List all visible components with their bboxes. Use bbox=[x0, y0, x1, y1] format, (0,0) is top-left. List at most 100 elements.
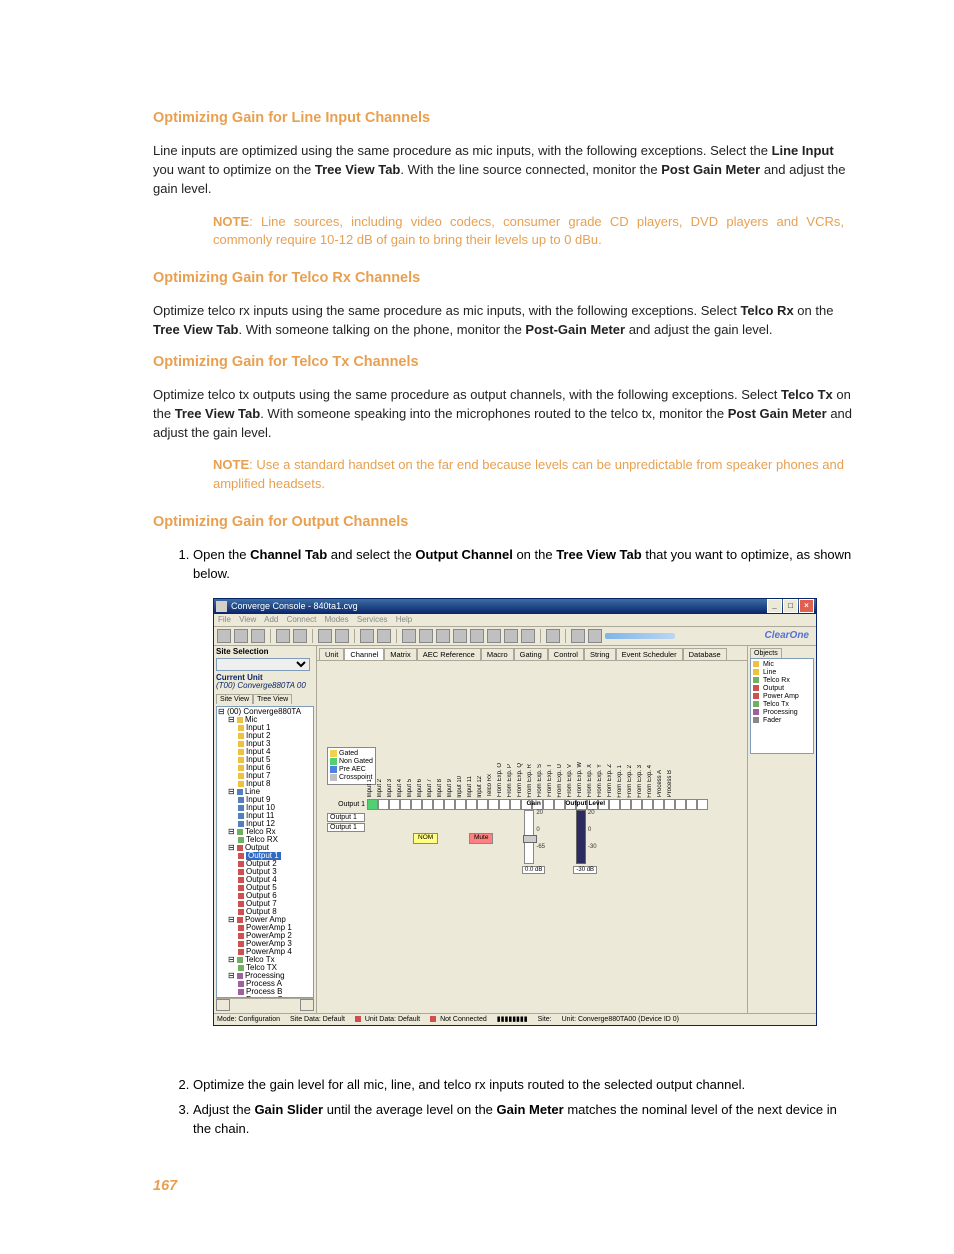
toolbar-icon[interactable] bbox=[318, 629, 332, 643]
matrix-cell[interactable] bbox=[378, 799, 389, 810]
matrix-cell[interactable] bbox=[642, 799, 653, 810]
menu-file[interactable]: File bbox=[218, 615, 231, 624]
maximize-button[interactable]: □ bbox=[783, 599, 798, 613]
matrix-cell[interactable] bbox=[499, 799, 510, 810]
text: Open the bbox=[193, 547, 250, 562]
matrix-cell[interactable] bbox=[367, 799, 378, 810]
matrix-column-header: Process A bbox=[657, 770, 667, 797]
toolbar-icon[interactable] bbox=[546, 629, 560, 643]
tab-control[interactable]: Control bbox=[548, 648, 584, 661]
toolbar-icon[interactable] bbox=[521, 629, 535, 643]
tab-database[interactable]: Database bbox=[683, 648, 727, 661]
toolbar-icon[interactable] bbox=[588, 629, 602, 643]
object-item[interactable]: Mic bbox=[753, 661, 811, 668]
menu-modes[interactable]: Modes bbox=[325, 615, 349, 624]
matrix-cell[interactable] bbox=[697, 799, 708, 810]
para-telco-tx: Optimize telco tx outputs using the same… bbox=[153, 386, 854, 443]
tab-tree-view[interactable]: Tree View bbox=[253, 694, 292, 704]
object-item[interactable]: Power Amp bbox=[753, 693, 811, 700]
matrix-cell[interactable] bbox=[422, 799, 433, 810]
tree-view[interactable]: ⊟ (00) Converge880TA ⊟ Mic Input 1 Input… bbox=[216, 706, 314, 998]
tab-string[interactable]: String bbox=[584, 648, 616, 661]
nom-button[interactable]: NOM bbox=[413, 833, 438, 844]
tree-scrollbar[interactable] bbox=[216, 998, 314, 1011]
object-item[interactable]: Telco Rx bbox=[753, 677, 811, 684]
toolbar-icon[interactable] bbox=[504, 629, 518, 643]
menubar: File View Add Connect Modes Services Hel… bbox=[214, 614, 816, 627]
output-sel-1[interactable]: Output 1 bbox=[327, 813, 365, 822]
site-selection-dropdown[interactable] bbox=[216, 658, 310, 671]
toolbar-icon[interactable] bbox=[276, 629, 290, 643]
toolbar-icon[interactable] bbox=[402, 629, 416, 643]
tab-objects[interactable]: Objects bbox=[750, 648, 782, 658]
matrix-cell[interactable] bbox=[488, 799, 499, 810]
matrix-cell[interactable] bbox=[631, 799, 642, 810]
toolbar-icon[interactable] bbox=[470, 629, 484, 643]
toolbar-icon[interactable] bbox=[293, 629, 307, 643]
tab-gating[interactable]: Gating bbox=[514, 648, 548, 661]
object-item[interactable]: Output bbox=[753, 685, 811, 692]
menu-add[interactable]: Add bbox=[264, 615, 278, 624]
scroll-right[interactable] bbox=[300, 999, 314, 1011]
menu-services[interactable]: Services bbox=[357, 615, 388, 624]
toolbar-icon[interactable] bbox=[377, 629, 391, 643]
tab-site-view[interactable]: Site View bbox=[216, 694, 253, 704]
tab-aec[interactable]: AEC Reference bbox=[417, 648, 481, 661]
tick: 0 bbox=[536, 827, 545, 844]
matrix-cell[interactable] bbox=[686, 799, 697, 810]
object-item[interactable]: Telco Tx bbox=[753, 701, 811, 708]
close-button[interactable]: × bbox=[799, 599, 814, 613]
minimize-button[interactable]: _ bbox=[767, 599, 782, 613]
toolbar-icon[interactable] bbox=[453, 629, 467, 643]
gain-slider[interactable] bbox=[524, 810, 534, 864]
matrix-cell[interactable] bbox=[653, 799, 664, 810]
tab-macro[interactable]: Macro bbox=[481, 648, 514, 661]
matrix-cell[interactable] bbox=[510, 799, 521, 810]
slider-thumb[interactable] bbox=[523, 835, 537, 843]
matrix-cell[interactable] bbox=[433, 799, 444, 810]
mute-button[interactable]: Mute bbox=[469, 833, 493, 844]
matrix-cell[interactable] bbox=[411, 799, 422, 810]
tab-event[interactable]: Event Scheduler bbox=[616, 648, 683, 661]
tab-unit[interactable]: Unit bbox=[319, 648, 344, 661]
level-label: Output Level bbox=[565, 801, 605, 808]
object-item[interactable]: Line bbox=[753, 669, 811, 676]
bold-gain-meter: Gain Meter bbox=[497, 1102, 564, 1117]
menu-view[interactable]: View bbox=[239, 615, 256, 624]
matrix-cell[interactable] bbox=[466, 799, 477, 810]
toolbar-icon[interactable] bbox=[217, 629, 231, 643]
matrix-cell[interactable] bbox=[400, 799, 411, 810]
toolbar-icon[interactable] bbox=[571, 629, 585, 643]
step-1: Open the Channel Tab and select the Outp… bbox=[193, 546, 854, 584]
scroll-left[interactable] bbox=[216, 999, 230, 1011]
right-pane: Objects Mic Line Telco Rx Output Power A… bbox=[747, 646, 816, 1013]
matrix-cell[interactable] bbox=[620, 799, 631, 810]
menu-help[interactable]: Help bbox=[396, 615, 412, 624]
tab-matrix[interactable]: Matrix bbox=[384, 648, 416, 661]
text: . With the line source connected, monito… bbox=[400, 162, 661, 177]
toolbar-icon[interactable] bbox=[360, 629, 374, 643]
app-icon bbox=[216, 601, 227, 612]
gain-value[interactable]: 0.0 dB bbox=[522, 866, 545, 874]
menu-connect[interactable]: Connect bbox=[287, 615, 317, 624]
toolbar-icon[interactable] bbox=[487, 629, 501, 643]
matrix-cell[interactable] bbox=[477, 799, 488, 810]
toolbar-icon[interactable] bbox=[251, 629, 265, 643]
matrix-cell[interactable] bbox=[664, 799, 675, 810]
matrix-cell[interactable] bbox=[675, 799, 686, 810]
separator bbox=[312, 629, 313, 643]
toolbar-icon[interactable] bbox=[335, 629, 349, 643]
matrix-cell[interactable] bbox=[455, 799, 466, 810]
object-item[interactable]: Processing bbox=[753, 709, 811, 716]
toolbar-icon[interactable] bbox=[419, 629, 433, 643]
matrix-cell[interactable] bbox=[609, 799, 620, 810]
matrix-cell[interactable] bbox=[444, 799, 455, 810]
toolbar-icon[interactable] bbox=[234, 629, 248, 643]
object-item[interactable]: Fader bbox=[753, 717, 811, 724]
matrix-cell[interactable] bbox=[389, 799, 400, 810]
matrix-column-header: Input 2 bbox=[377, 779, 387, 797]
output-sel-2[interactable]: Output 1 bbox=[327, 823, 365, 832]
matrix-column-header: Input 7 bbox=[427, 779, 437, 797]
tab-channel[interactable]: Channel bbox=[344, 648, 384, 661]
toolbar-icon[interactable] bbox=[436, 629, 450, 643]
